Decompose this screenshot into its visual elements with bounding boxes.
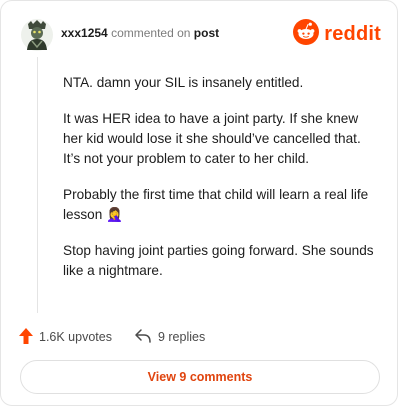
facepalm-emoji: 🤦‍♀️ bbox=[106, 207, 124, 222]
action-text: commented on bbox=[111, 26, 191, 40]
comment-paragraph: NTA. damn your SIL is insanely entitled. bbox=[63, 75, 304, 90]
reply-icon bbox=[134, 328, 152, 347]
reddit-logo-icon bbox=[293, 18, 320, 50]
comment-card: xxx1254 commented on post reddit NTA. da… bbox=[0, 0, 398, 406]
reddit-wordmark: reddit bbox=[324, 22, 381, 45]
comment-paragraph: It was HER idea to have a joint party. I… bbox=[63, 111, 361, 166]
comment-meta: xxx1254 commented on post bbox=[61, 26, 219, 40]
comment-header: xxx1254 commented on post reddit bbox=[21, 17, 381, 53]
upvote-arrow-icon bbox=[19, 327, 33, 347]
reply-button[interactable]: 9 replies bbox=[134, 328, 205, 347]
upvote-count: 1.6K upvotes bbox=[39, 330, 112, 344]
comment-actions: 1.6K upvotes 9 replies bbox=[19, 327, 205, 347]
reddit-logo[interactable]: reddit bbox=[293, 18, 381, 50]
upvote-button[interactable]: 1.6K upvotes bbox=[19, 327, 112, 347]
avatar[interactable] bbox=[21, 17, 53, 53]
username-link[interactable]: xxx1254 bbox=[61, 26, 108, 40]
view-comments-button[interactable]: View 9 comments bbox=[20, 360, 380, 394]
comment-paragraph: Probably the first time that child will … bbox=[63, 185, 381, 225]
comment-body: NTA. damn your SIL is insanely entitled.… bbox=[63, 73, 381, 297]
thread-line bbox=[37, 57, 38, 313]
post-link[interactable]: post bbox=[194, 26, 219, 40]
comment-paragraph: Stop having joint parties going forward.… bbox=[63, 243, 374, 278]
reply-count: 9 replies bbox=[157, 330, 206, 344]
